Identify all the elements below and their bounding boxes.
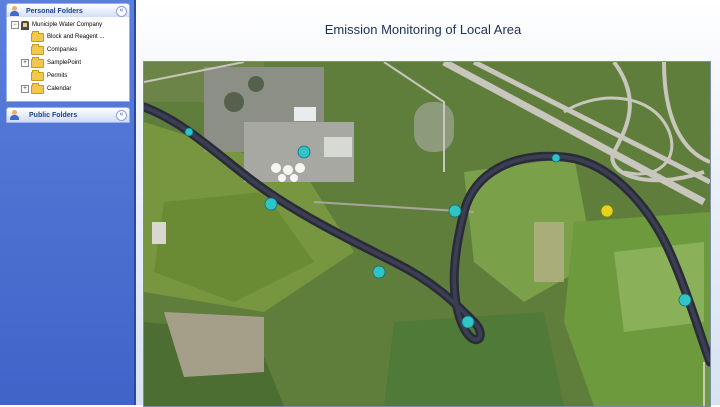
- personal-folders-tree: − Municiple Water Company Block and Reag…: [6, 17, 130, 102]
- tree-item-company[interactable]: − Municiple Water Company: [11, 20, 102, 30]
- main-panel: Emission Monitoring of Local Area: [136, 0, 720, 407]
- map-canvas[interactable]: [144, 62, 710, 406]
- sensor-marker[interactable]: [678, 293, 692, 307]
- tree-item-label: SamplePoint: [47, 60, 82, 66]
- folder-icon: [31, 69, 44, 81]
- tree-item-samplepoint[interactable]: + SamplePoint: [21, 56, 82, 68]
- folder-icon: [31, 82, 44, 94]
- public-folders-header[interactable]: Public Folders «: [6, 107, 130, 123]
- sensor-marker[interactable]: [448, 204, 462, 218]
- personal-folders-title: Personal Folders: [26, 7, 83, 15]
- tree-item-companies[interactable]: Companies: [31, 43, 78, 55]
- sensor-marker[interactable]: [600, 204, 614, 218]
- collapse-icon[interactable]: «: [116, 5, 127, 17]
- user-icon: [10, 6, 19, 16]
- sidebar: Personal Folders « − Municiple Water Com…: [0, 0, 136, 405]
- tree-item-label: Calendar: [47, 86, 72, 92]
- sensor-marker[interactable]: [184, 127, 194, 137]
- tree-item-block-reagent[interactable]: Block and Reagent ...: [31, 30, 105, 42]
- folder-icon: [31, 30, 44, 42]
- tree-item-label: Permits: [47, 73, 68, 79]
- collapse-icon[interactable]: «: [116, 109, 127, 121]
- sensor-marker[interactable]: [461, 315, 475, 329]
- tree-item-label: Block and Reagent ...: [47, 34, 105, 40]
- tree-item-calendar[interactable]: + Calendar: [21, 82, 72, 94]
- tree-expander[interactable]: +: [21, 59, 29, 67]
- company-icon: [21, 20, 29, 30]
- folder-icon: [31, 43, 44, 55]
- tree-item-label: Companies: [47, 47, 78, 53]
- tree-expander[interactable]: +: [21, 85, 29, 93]
- sensor-marker[interactable]: [264, 197, 278, 211]
- sensor-marker[interactable]: [551, 153, 561, 163]
- public-folders-title: Public Folders: [29, 111, 78, 119]
- tree-expander[interactable]: −: [11, 21, 19, 29]
- satellite-map[interactable]: [143, 61, 711, 407]
- tree-item-label: Municiple Water Company: [32, 22, 103, 28]
- page-title: Emission Monitoring of Local Area: [324, 22, 522, 37]
- tree-item-permits[interactable]: Permits: [31, 69, 68, 81]
- sensor-marker[interactable]: [372, 265, 386, 279]
- users-icon: [10, 110, 22, 120]
- folder-icon: [31, 56, 44, 68]
- sensor-marker[interactable]: [297, 145, 311, 159]
